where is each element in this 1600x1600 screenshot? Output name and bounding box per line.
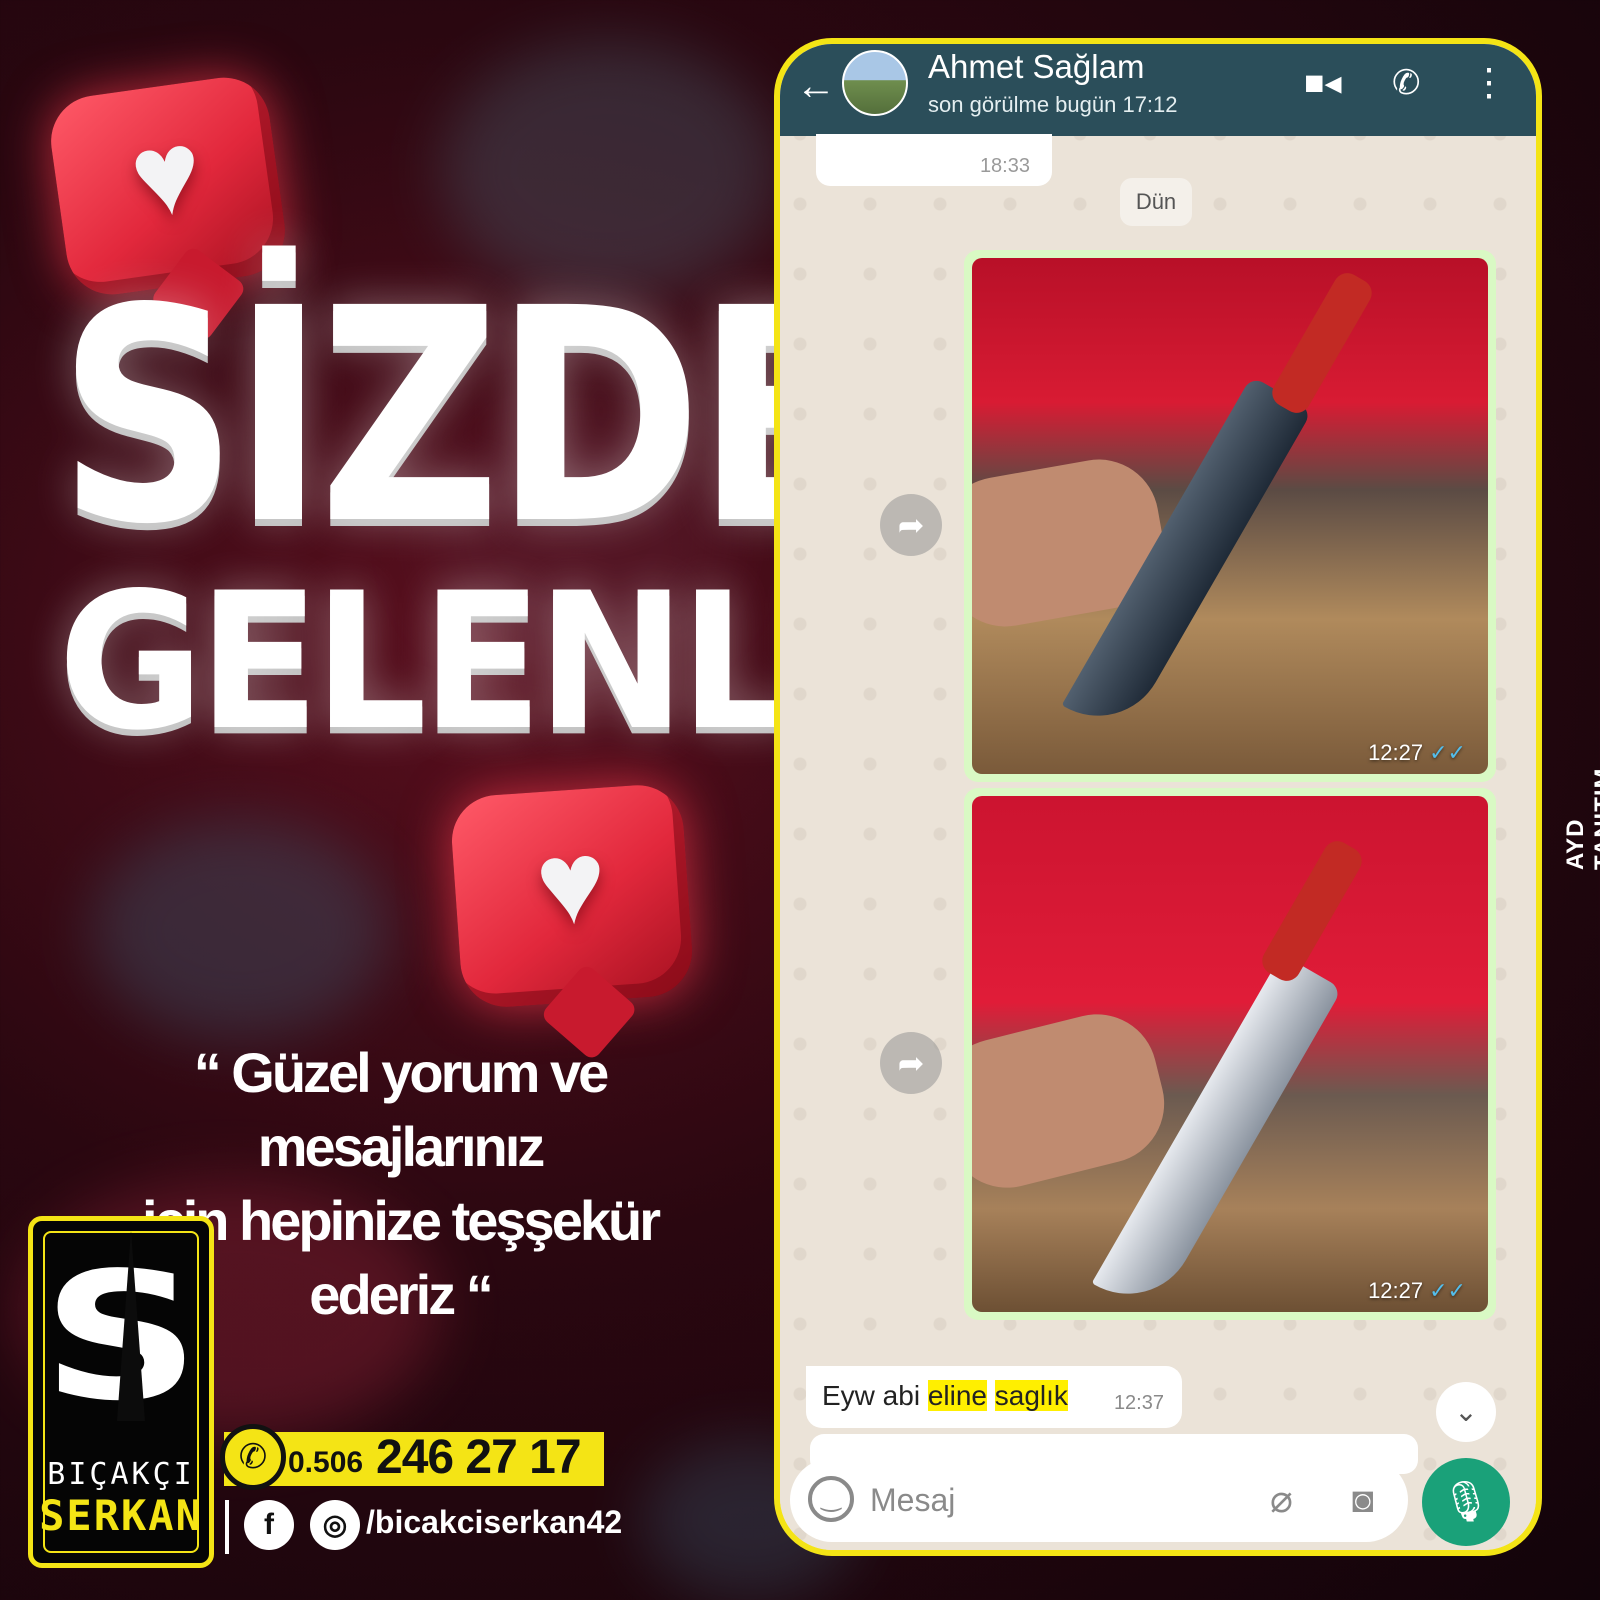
- emoji-icon[interactable]: ‿: [808, 1476, 854, 1522]
- chat-header: ← Ahmet Sağlam son görülme bugün 17:12 ■…: [780, 44, 1536, 136]
- social-handle: /bicakciserkan42: [366, 1504, 623, 1540]
- more-vert-icon[interactable]: ⋮: [1470, 58, 1508, 108]
- read-ticks-icon: ✓✓: [1429, 740, 1466, 765]
- title-line-2: GELENLER: [58, 552, 1040, 772]
- message-time: 18:33: [979, 155, 1030, 177]
- camera-icon[interactable]: ◙: [1352, 1476, 1374, 1524]
- like-badge-bottom: ♥: [448, 782, 696, 1010]
- brand-name-line-2: SERKAN: [39, 1491, 203, 1540]
- heart-icon: ♥: [531, 815, 611, 952]
- read-ticks-icon: ✓✓: [1429, 1278, 1466, 1303]
- message-part-1: Eyw abi: [822, 1380, 928, 1411]
- image-time-text: 12:27: [1368, 1278, 1424, 1303]
- heart-icon: ♥: [122, 103, 211, 245]
- message-input[interactable]: [870, 1476, 1230, 1524]
- knife-photo[interactable]: 12:27 ✓✓: [972, 796, 1488, 1312]
- contact-name[interactable]: Ahmet Sağlam: [928, 48, 1144, 86]
- phone-number: 246 27 17: [376, 1431, 582, 1484]
- attach-icon[interactable]: ⌀: [1270, 1476, 1293, 1524]
- message-space: [987, 1380, 995, 1411]
- phone-prefix: 0.506: [288, 1446, 364, 1479]
- scroll-down-icon[interactable]: ⌄: [1436, 1382, 1496, 1442]
- brand-name-line-1: BIÇAKÇI: [47, 1457, 195, 1492]
- forward-icon[interactable]: ➦: [880, 494, 942, 556]
- photo-handle: [1257, 836, 1367, 986]
- forward-icon[interactable]: ➦: [880, 1032, 942, 1094]
- knife-photo[interactable]: 12:27 ✓✓: [972, 258, 1488, 774]
- mic-icon: 🎙: [1440, 1480, 1492, 1524]
- date-divider: Dün: [1120, 178, 1192, 226]
- message-composer: ‿ ⌀ ◙: [790, 1458, 1408, 1542]
- photo-arm: [972, 1001, 1177, 1201]
- previous-message: 18:33: [816, 134, 1052, 186]
- last-seen: son görülme bugün 17:12: [928, 92, 1178, 117]
- image-message[interactable]: 12:27 ✓✓: [964, 788, 1496, 1320]
- message-time: 12:37: [1113, 1392, 1164, 1414]
- incoming-message[interactable]: Eyw abi eline saglık 12:37: [806, 1366, 1182, 1428]
- phone-frame: ← Ahmet Sağlam son görülme bugün 17:12 ■…: [774, 38, 1542, 1556]
- video-call-icon[interactable]: ■◂: [1304, 58, 1342, 108]
- instagram-icon: ◎: [310, 1500, 360, 1550]
- title-line-1: SİZDEN: [58, 245, 1070, 589]
- message-highlight-1: eline: [927, 1380, 987, 1411]
- watermark: AYD TANITIM: [1562, 767, 1600, 870]
- mic-button[interactable]: 🎙: [1422, 1458, 1510, 1546]
- avatar[interactable]: [842, 50, 908, 116]
- message-text: Eyw abi eline saglık: [822, 1380, 1068, 1412]
- photo-handle: [1267, 268, 1377, 418]
- message-highlight-2: saglık: [994, 1380, 1068, 1411]
- image-time: 12:27 ✓✓: [1368, 740, 1466, 766]
- phone-call-icon[interactable]: ✆: [1392, 58, 1421, 108]
- image-time: 12:27 ✓✓: [1368, 1278, 1466, 1304]
- knife-blade-icon: [117, 1231, 145, 1421]
- facebook-icon: f: [244, 1500, 294, 1550]
- back-arrow-icon[interactable]: ←: [796, 56, 836, 116]
- image-time-text: 12:27: [1368, 740, 1424, 765]
- thanks-line-1: “ Güzel yorum ve mesajlarınız: [193, 1041, 610, 1178]
- divider: [225, 1500, 229, 1554]
- whatsapp-icon: ✆: [220, 1424, 286, 1490]
- image-message[interactable]: 12:27 ✓✓: [964, 250, 1496, 782]
- brand-logo: S BIÇAKÇI SERKAN: [28, 1216, 214, 1568]
- bokeh-blur: [90, 820, 390, 1040]
